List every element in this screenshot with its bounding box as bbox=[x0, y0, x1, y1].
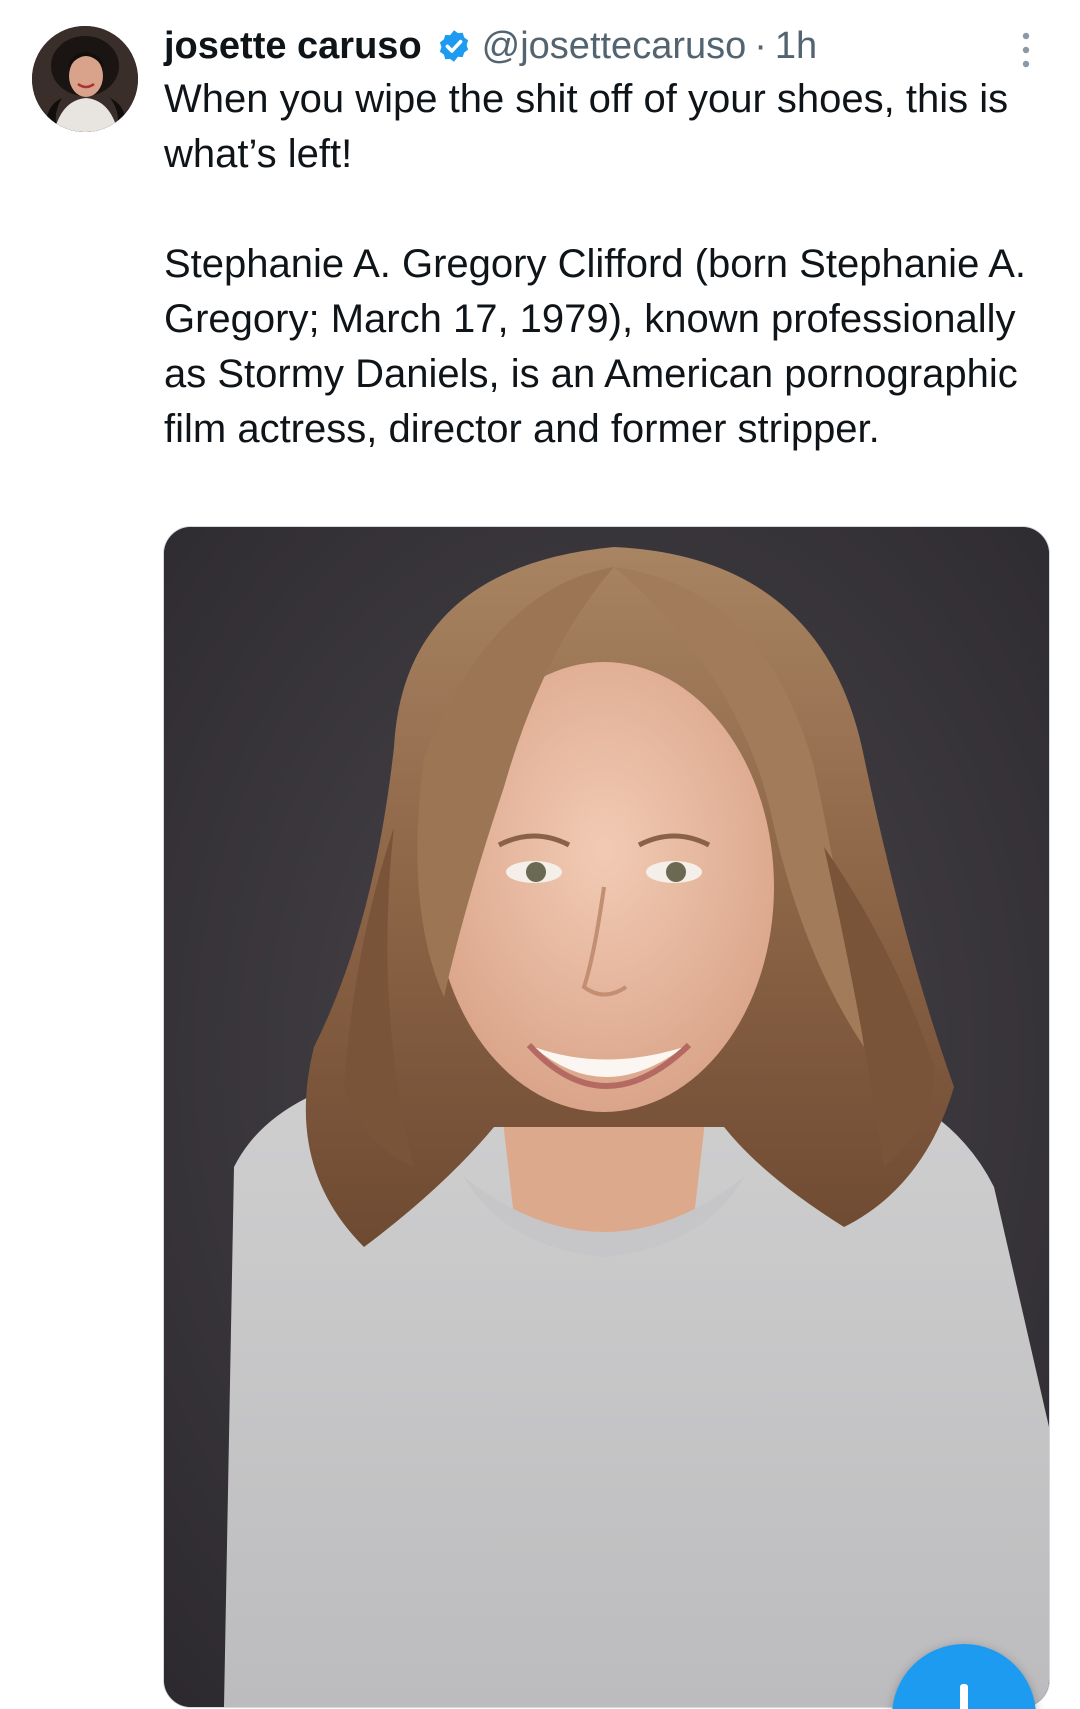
tweet-paragraph-2: Stephanie A. Gregory Clifford (born Step… bbox=[164, 242, 1027, 451]
tweet-paragraph-1: When you wipe the shit off of your shoes… bbox=[164, 77, 1009, 176]
tweet-timestamp[interactable]: 1h bbox=[775, 25, 817, 68]
tweet-text: When you wipe the shit off of your shoes… bbox=[164, 72, 1054, 457]
tweet-header: josette caruso @josettecaruso · 1h bbox=[164, 18, 817, 74]
more-vertical-icon[interactable] bbox=[1014, 28, 1038, 72]
plus-icon bbox=[960, 1684, 968, 1709]
tweet-card[interactable]: josette caruso @josettecaruso · 1h When … bbox=[0, 0, 1080, 1709]
author-avatar[interactable] bbox=[32, 26, 138, 132]
header-separator: · bbox=[754, 24, 767, 67]
author-display-name[interactable]: josette caruso bbox=[164, 25, 422, 68]
author-handle[interactable]: @josettecaruso bbox=[482, 25, 747, 68]
tweet-photo[interactable] bbox=[163, 526, 1050, 1708]
avatar-image bbox=[32, 26, 138, 132]
verified-badge-icon bbox=[439, 30, 468, 62]
portrait-photo bbox=[164, 527, 1049, 1707]
